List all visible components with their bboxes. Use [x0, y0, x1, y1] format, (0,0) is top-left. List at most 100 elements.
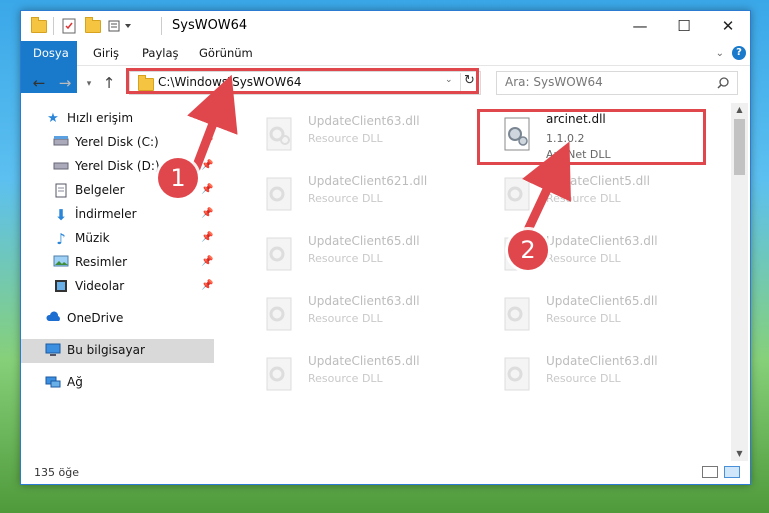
sidebar-item-label: OneDrive	[67, 311, 124, 325]
dll-file-icon	[266, 237, 292, 271]
file-type: Resource DLL	[308, 132, 383, 145]
sidebar-item-label: Bu bilgisayar	[67, 343, 145, 357]
file-item[interactable]: UpdateClient63.dll Resource DLL	[241, 107, 466, 159]
file-item[interactable]: UpdateClient5.dll Resource DLL	[479, 167, 704, 219]
search-input[interactable]: Ara: SysWOW64	[496, 71, 738, 95]
navigation-pane: ★ Hızlı erişim Yerel Disk (C:) 📌 Yerel D…	[21, 103, 214, 461]
scroll-thumb[interactable]	[734, 119, 745, 175]
title-bar: SysWOW64 — ☐ ✕	[21, 11, 750, 41]
up-button[interactable]: ↑	[99, 74, 119, 92]
sidebar-item-this-pc[interactable]: Bu bilgisayar	[21, 339, 214, 363]
file-type: Resource DLL	[546, 192, 621, 205]
dll-file-icon	[266, 177, 292, 211]
sidebar-item-quick-access[interactable]: ★ Hızlı erişim	[21, 107, 214, 131]
sidebar-item-pictures[interactable]: Resimler 📌	[21, 251, 214, 275]
window-title: SysWOW64	[172, 18, 248, 33]
step-2-badge: 2	[508, 230, 548, 270]
pin-icon[interactable]: 📌	[201, 160, 213, 171]
file-name: UpdateClient621.dll	[308, 174, 428, 188]
pin-icon[interactable]: 📌	[201, 184, 213, 195]
expand-ribbon-icon[interactable]: ⌄	[716, 48, 724, 59]
file-item[interactable]: UpdateClient621.dll Resource DLL	[241, 167, 466, 219]
large-icons-view-icon[interactable]	[724, 466, 740, 478]
file-type: Resource DLL	[546, 312, 621, 325]
computer-icon	[45, 343, 61, 359]
help-icon[interactable]: ?	[732, 46, 746, 60]
file-name: UpdateClient63.dll	[308, 294, 420, 308]
network-icon	[45, 375, 61, 391]
dll-file-icon	[266, 357, 292, 391]
videos-icon	[53, 279, 69, 295]
sidebar-item-label: Yerel Disk (D:)	[75, 159, 160, 173]
documents-icon	[53, 183, 69, 199]
item-count: 135 öğe	[34, 466, 79, 479]
file-type: Resource DLL	[308, 312, 383, 325]
sidebar-item-downloads[interactable]: ⬇ İndirmeler 📌	[21, 203, 214, 227]
file-type: Resource DLL	[308, 192, 383, 205]
scroll-down-icon[interactable]: ▼	[731, 447, 748, 461]
star-icon: ★	[47, 111, 59, 126]
dll-file-icon	[504, 297, 530, 331]
new-folder-icon[interactable]	[85, 16, 101, 35]
recent-locations-chevron-icon[interactable]: ▾	[79, 79, 99, 89]
sidebar-item-label: Hızlı erişim	[67, 111, 134, 125]
file-highlight-box	[477, 109, 706, 165]
music-icon: ♪	[56, 230, 66, 248]
search-icon[interactable]	[717, 77, 729, 89]
scroll-up-icon[interactable]: ▲	[731, 103, 748, 117]
file-item[interactable]: UpdateClient63.dll Resource DLL	[241, 287, 466, 339]
pin-icon[interactable]: 📌	[201, 208, 213, 219]
dll-file-icon	[266, 297, 292, 331]
file-name: UpdateClient63.dll	[546, 354, 658, 368]
tab-home[interactable]: Giriş	[93, 41, 119, 65]
drive-icon	[53, 135, 69, 151]
sidebar-item-label: Belgeler	[75, 183, 125, 197]
pin-icon[interactable]: 📌	[201, 136, 213, 147]
file-type: Resource DLL	[308, 252, 383, 265]
sidebar-item-network[interactable]: Ağ	[21, 371, 214, 395]
pin-icon[interactable]: 📌	[201, 256, 213, 267]
quick-access-toolbar	[31, 16, 47, 35]
tab-share[interactable]: Paylaş	[142, 41, 179, 65]
file-name: UpdateClient65.dll	[308, 234, 420, 248]
explorer-window: SysWOW64 — ☐ ✕ Dosya Giriş Paylaş Görünü…	[20, 10, 751, 485]
dll-file-icon	[504, 177, 530, 211]
status-bar: 135 öğe	[21, 461, 750, 483]
sidebar-item-videos[interactable]: Videolar 📌	[21, 275, 214, 299]
sidebar-item-label: Resimler	[75, 255, 128, 269]
download-icon: ⬇	[54, 206, 68, 224]
navigation-bar: ← → ▾ ↑ C:\Windows\SysWOW64 ⌄ ↻ Ara: Sys…	[21, 66, 750, 102]
drive-icon	[53, 159, 69, 175]
cloud-icon	[45, 311, 61, 327]
sidebar-item-onedrive[interactable]: OneDrive	[21, 307, 214, 331]
sidebar-item-label: Yerel Disk (C:)	[75, 135, 159, 149]
file-type: Resource DLL	[546, 372, 621, 385]
file-item[interactable]: UpdateClient65.dll Resource DLL	[241, 227, 466, 279]
tab-view[interactable]: Görünüm	[199, 41, 253, 65]
details-view-icon[interactable]	[702, 466, 718, 478]
forward-button[interactable]: →	[55, 74, 75, 92]
back-button[interactable]: ←	[29, 74, 49, 92]
properties-icon[interactable]	[62, 17, 76, 35]
file-item[interactable]: UpdateClient63.dll Resource DLL	[479, 347, 704, 399]
dll-file-icon	[266, 117, 292, 151]
file-name: UpdateClient63.dll	[308, 114, 420, 128]
close-button[interactable]: ✕	[706, 11, 750, 41]
file-type: Resource DLL	[546, 252, 621, 265]
customize-toolbar-icon[interactable]	[108, 17, 136, 35]
file-name: UpdateClient65.dll	[308, 354, 420, 368]
pin-icon[interactable]: 📌	[201, 232, 213, 243]
folder-icon[interactable]	[31, 16, 47, 33]
maximize-button[interactable]: ☐	[662, 11, 706, 41]
pin-icon[interactable]: 📌	[201, 280, 213, 291]
sidebar-item-local-disk-c[interactable]: Yerel Disk (C:) 📌	[21, 131, 214, 155]
file-item[interactable]: UpdateClient65.dll Resource DLL	[479, 287, 704, 339]
vertical-scrollbar[interactable]: ▲ ▼	[731, 103, 748, 461]
file-name: UpdateClient5.dll	[546, 174, 650, 188]
sidebar-item-music[interactable]: ♪ Müzik 📌	[21, 227, 214, 251]
file-name: UpdateClient65.dll	[546, 294, 658, 308]
minimize-button[interactable]: —	[618, 11, 662, 41]
sidebar-item-label: Videolar	[75, 279, 125, 293]
search-placeholder: Ara: SysWOW64	[505, 75, 603, 89]
file-item[interactable]: UpdateClient65.dll Resource DLL	[241, 347, 466, 399]
